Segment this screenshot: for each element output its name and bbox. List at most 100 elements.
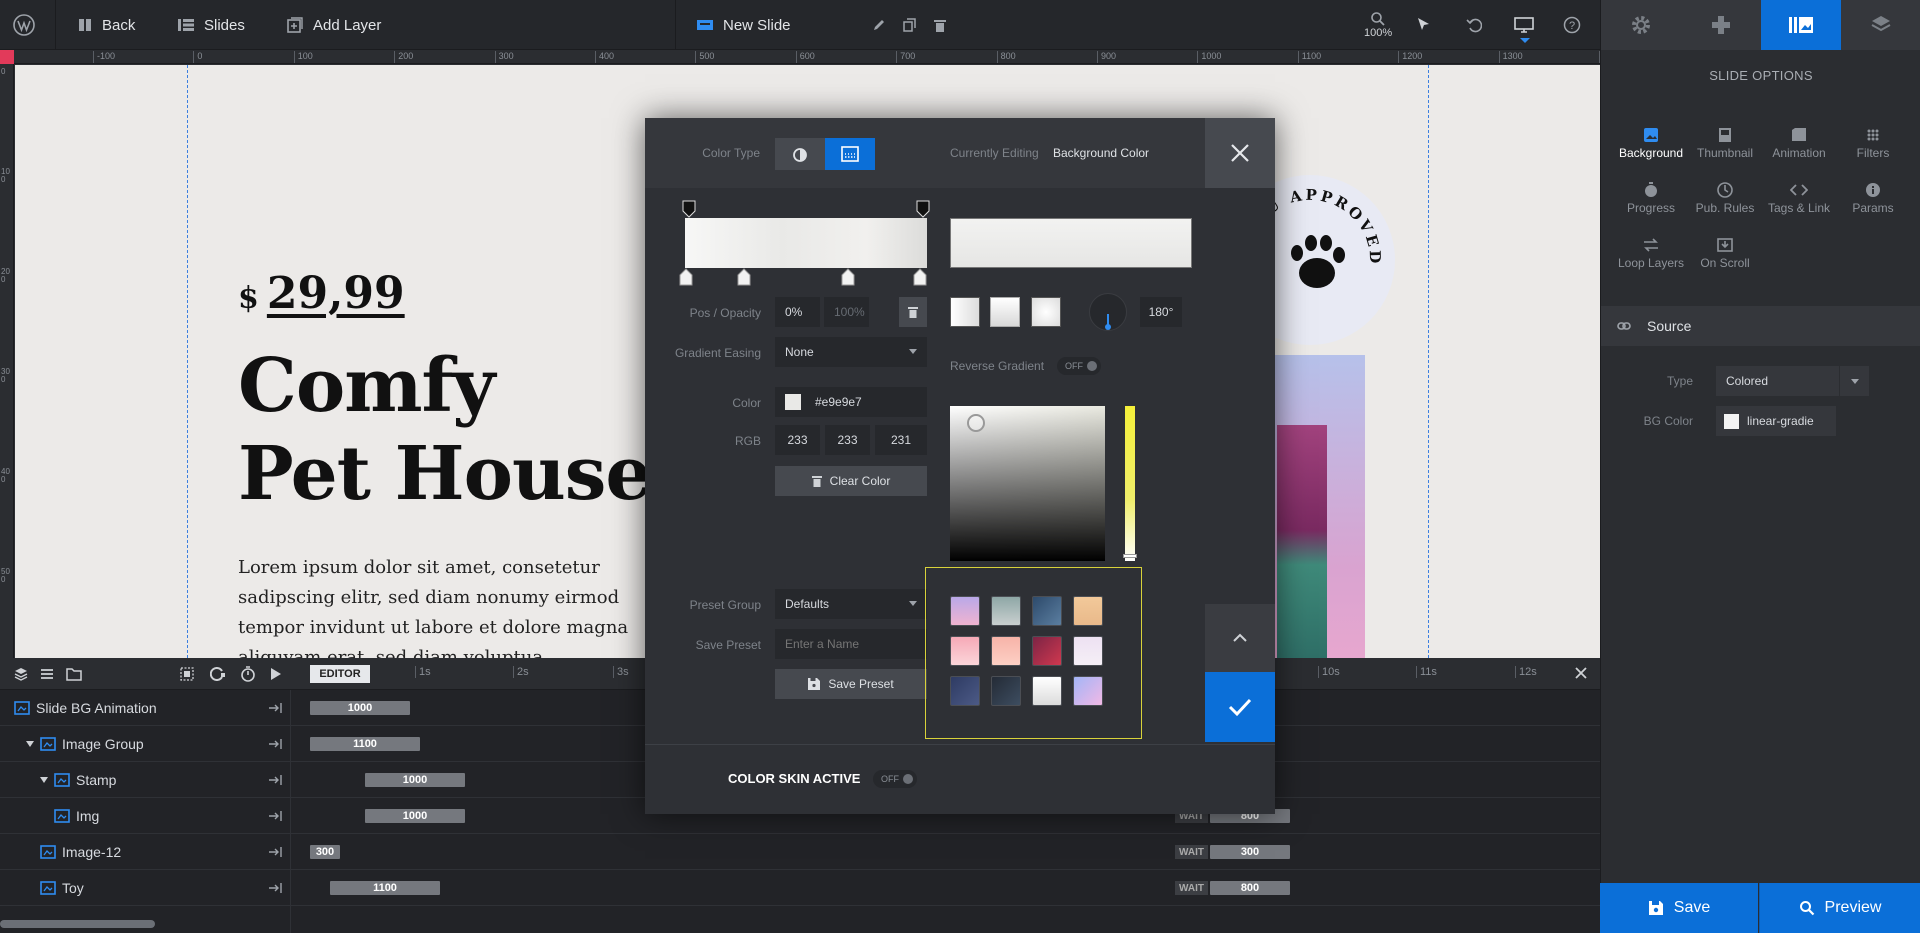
slide-option-params[interactable]: Params (1833, 179, 1913, 215)
timeline-bar[interactable]: 1000 (310, 701, 410, 715)
preset-swatch[interactable] (1032, 596, 1062, 626)
image-icon[interactable] (268, 702, 282, 714)
picker-handle[interactable] (967, 414, 985, 432)
caret-down-icon[interactable] (40, 777, 48, 783)
timeline-bar[interactable]: 1000 (365, 773, 465, 787)
saturation-brightness-picker[interactable] (950, 406, 1105, 561)
preset-swatch[interactable] (950, 596, 980, 626)
editor-badge[interactable]: EDITOR (310, 665, 370, 683)
type-select[interactable]: Colored (1716, 366, 1869, 396)
close-modal-button[interactable] (1205, 118, 1275, 188)
snap-grid-icon[interactable] (180, 667, 194, 681)
color-hex-input[interactable]: #e9e9e7 (775, 387, 927, 417)
gradient-preview-bar[interactable] (685, 218, 927, 268)
preset-swatch[interactable] (991, 596, 1021, 626)
slide-option-background[interactable]: Background (1611, 124, 1691, 160)
layers-toggle-icon[interactable] (14, 667, 28, 681)
zoom-control[interactable]: 100% (1364, 0, 1392, 50)
hue-handle[interactable] (1123, 554, 1137, 558)
color-stop-3[interactable] (841, 268, 855, 286)
color-skin-toggle[interactable]: OFF (873, 770, 917, 788)
position-input[interactable]: 0% (775, 297, 820, 327)
duplicate-slide-button[interactable] (903, 0, 917, 50)
linear-vertical-option[interactable] (990, 297, 1020, 327)
clear-color-button[interactable]: Clear Color (775, 466, 927, 496)
source-section[interactable]: Source (1601, 306, 1920, 346)
slide-option-animation[interactable]: Animation (1759, 124, 1839, 160)
help-button[interactable]: ? (1563, 0, 1581, 50)
preset-swatch[interactable] (950, 636, 980, 666)
rename-slide-button[interactable] (872, 0, 886, 50)
arrow-right-icon[interactable] (268, 810, 282, 822)
arrow-right-icon[interactable] (268, 882, 282, 894)
scroll-up-button[interactable] (1205, 604, 1275, 672)
timeline-scrollbar[interactable] (0, 920, 155, 928)
slide-option-pub-rules[interactable]: Pub. Rules (1685, 179, 1765, 215)
opacity-stop-left[interactable] (682, 200, 696, 218)
preview-button[interactable]: Preview (1760, 883, 1920, 933)
tab-navigation[interactable] (1681, 0, 1761, 50)
timeline-bar[interactable]: 300 (310, 845, 340, 859)
rgb-g-input[interactable]: 233 (825, 425, 870, 455)
rgb-b-input[interactable]: 231 (875, 425, 927, 455)
tab-layers[interactable] (1841, 0, 1920, 50)
delete-stop-button[interactable] (899, 297, 927, 327)
wordpress-logo[interactable] (12, 0, 36, 50)
close-timeline-button[interactable] (1574, 666, 1588, 680)
slide-option-thumbnail[interactable]: Thumbnail (1685, 124, 1765, 160)
timeline-end-bar[interactable]: 300 (1210, 845, 1290, 859)
title-text[interactable]: Comfy Pet House (238, 342, 653, 518)
slide-option-tags-link[interactable]: Tags & Link (1759, 179, 1839, 215)
timeline-bar[interactable]: 1100 (330, 881, 440, 895)
hue-slider[interactable] (1123, 406, 1137, 561)
arrow-right-icon[interactable] (268, 774, 282, 786)
opacity-input[interactable]: 100% (824, 297, 869, 327)
toy-image[interactable] (1277, 425, 1327, 658)
slide-option-progress[interactable]: Progress (1611, 179, 1691, 215)
preset-swatch[interactable] (1073, 596, 1103, 626)
list-view-icon[interactable] (40, 667, 54, 681)
preset-name-input[interactable] (775, 629, 927, 659)
preset-swatch[interactable] (1073, 676, 1103, 706)
apply-button[interactable] (1205, 672, 1275, 742)
save-button[interactable]: Save (1600, 883, 1758, 933)
loop-icon[interactable] (210, 667, 226, 681)
gradient-color-button[interactable] (825, 138, 875, 170)
preset-swatch[interactable] (1032, 636, 1062, 666)
slide-option-loop-layers[interactable]: Loop Layers (1611, 234, 1691, 270)
slide-option-on-scroll[interactable]: On Scroll (1685, 234, 1765, 270)
price-text[interactable]: $ 29,99 (238, 268, 405, 319)
timeline-bar[interactable]: 1000 (365, 809, 465, 823)
timer-icon[interactable] (240, 666, 256, 682)
preset-swatch[interactable] (991, 636, 1021, 666)
play-icon[interactable] (270, 667, 282, 681)
opacity-stop-right[interactable] (916, 200, 930, 218)
rgb-r-input[interactable]: 233 (775, 425, 820, 455)
gradient-easing-select[interactable]: None (775, 337, 927, 367)
tab-slide-options[interactable] (1761, 0, 1841, 50)
reverse-gradient-toggle[interactable]: OFF (1057, 357, 1101, 375)
caret-down-icon[interactable] (26, 741, 34, 747)
add-layer-button[interactable]: Add Layer (287, 0, 381, 50)
slide-name[interactable]: New Slide (697, 0, 791, 50)
save-preset-button[interactable]: Save Preset (775, 669, 927, 699)
bgcolor-picker[interactable]: linear-gradie (1716, 406, 1836, 436)
folder-icon[interactable] (66, 667, 82, 681)
linear-horizontal-option[interactable] (950, 297, 980, 327)
preset-swatch[interactable] (1032, 676, 1062, 706)
radial-option[interactable] (1031, 297, 1061, 327)
timeline-bar[interactable]: 1100 (310, 737, 420, 751)
arrow-right-icon[interactable] (268, 846, 282, 858)
timeline-end-bar[interactable]: 800 (1210, 881, 1290, 895)
back-button[interactable]: Back (78, 0, 135, 50)
slides-button[interactable]: Slides (178, 0, 245, 50)
slide-option-filters[interactable]: Filters (1833, 124, 1913, 160)
color-stop-2[interactable] (737, 268, 751, 286)
delete-slide-button[interactable] (934, 0, 946, 50)
arrow-right-icon[interactable] (268, 738, 282, 750)
angle-input[interactable]: 180° (1140, 297, 1182, 327)
angle-dial[interactable] (1089, 293, 1127, 331)
undo-button[interactable] (1466, 0, 1482, 50)
timeline-row[interactable]: Image-12 300 WAIT 300 (0, 834, 1600, 870)
preset-swatch[interactable] (1073, 636, 1103, 666)
